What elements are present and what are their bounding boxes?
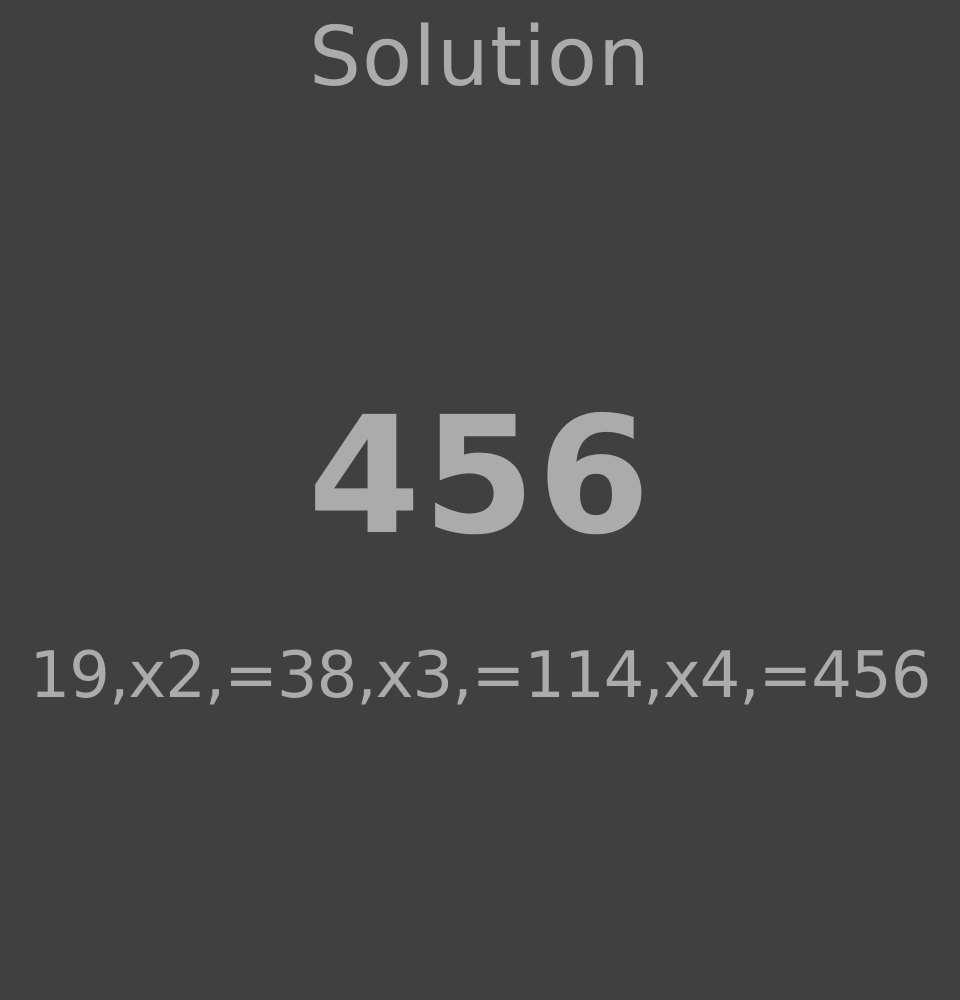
solution-steps: 19,x2,=38,x3,=114,x4,=456: [29, 639, 932, 713]
page-title: Solution: [308, 10, 652, 105]
solution-screen: Solution 456 19,x2,=38,x3,=114,x4,=456: [0, 0, 960, 1000]
answer-value: 456: [307, 383, 653, 571]
